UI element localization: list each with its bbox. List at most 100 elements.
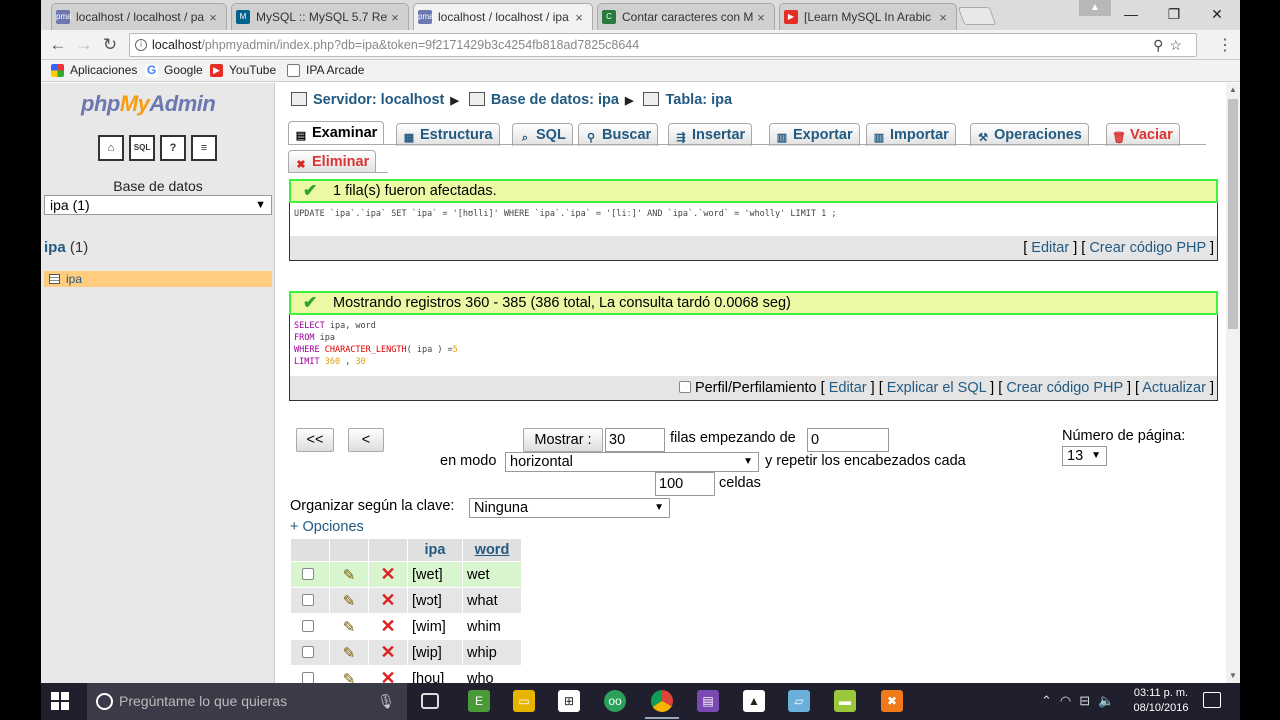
tab-importar[interactable]: ▥ Importar [866,123,956,146]
evernote-icon[interactable]: E [468,690,490,712]
sort-key-select[interactable]: Ninguna ▼ [469,498,670,518]
close-tab-icon[interactable]: × [206,10,220,25]
explain-sql-link[interactable]: Explicar el SQL [887,380,986,396]
cell-word[interactable]: whip [463,640,521,665]
tab-operaciones[interactable]: ⚒ Operaciones [970,123,1089,146]
database-link[interactable]: ipa (1) [44,239,88,256]
row-checkbox-cell[interactable] [291,640,329,665]
edit-cell[interactable]: ✎ [330,562,368,587]
photos-icon[interactable]: ▲ [743,690,765,712]
minimize-button[interactable]: — [1113,4,1149,24]
table-row[interactable]: ✎ ✕ [wip] whip [291,640,521,665]
breadcrumb-database[interactable]: Base de datos: ipa [468,92,619,108]
delete-x-icon[interactable]: ✕ [380,590,395,610]
file-explorer-icon[interactable]: ▭ [513,690,535,712]
ime-icon[interactable]: ⊟ [1079,693,1098,708]
forward-icon[interactable]: → [74,35,94,55]
winrar-icon[interactable]: ▤ [697,690,719,712]
breadcrumb-table[interactable]: Tabla: ipa [643,92,732,108]
edit-link[interactable]: Editar [829,380,867,396]
info-icon[interactable]: i [135,39,147,51]
edit-cell[interactable]: ✎ [330,640,368,665]
help-icon[interactable]: ? [160,135,186,161]
scrollbar-thumb[interactable] [1228,99,1238,329]
row-checkbox-cell[interactable] [291,614,329,639]
tab-exportar[interactable]: ▥ Exportar [769,123,860,146]
cell-word[interactable]: wet [463,562,521,587]
back-icon[interactable]: ← [48,35,68,55]
pencil-icon[interactable]: ✎ [343,671,356,684]
column-header-word[interactable]: word [463,539,521,561]
row-checkbox[interactable] [302,645,314,658]
edit-cell[interactable]: ✎ [330,588,368,613]
tripadvisor-icon[interactable]: oo [604,690,626,712]
table-row[interactable]: ✎ ✕ [hou] who [291,666,521,683]
profile-icon[interactable]: ▲ [1079,0,1111,16]
chrome-icon[interactable] [645,690,679,719]
bookmark-youtube[interactable]: ▶ YouTube [210,63,276,77]
volume-icon[interactable]: 🔈 [1098,693,1122,708]
xampp-icon[interactable]: ✖ [881,690,903,712]
close-window-button[interactable]: ✕ [1199,4,1235,24]
row-checkbox[interactable] [302,619,314,632]
database-select[interactable]: ipa (1) ▼ [44,195,272,215]
sql-query-icon[interactable]: SQL [129,135,155,161]
delete-x-icon[interactable]: ✕ [380,642,395,662]
tab-examinar[interactable]: ▤ Examinar [288,121,385,145]
page-number-select[interactable]: 13 ▼ [1062,446,1107,466]
delete-cell[interactable]: ✕ [369,666,407,683]
close-tab-icon[interactable]: × [572,10,586,25]
delete-cell[interactable]: ✕ [369,562,407,587]
browser-tab-3-active[interactable]: pma localhost / localhost / ipa × [413,3,593,30]
column-header-ipa[interactable]: ipa [408,539,462,561]
browser-tab-2[interactable]: M MySQL :: MySQL 5.7 Refe × [231,3,409,30]
cell-ipa[interactable]: [wet] [408,562,462,587]
delete-x-icon[interactable]: ✕ [380,616,395,636]
cortana-search-box[interactable]: Pregúntame lo que quieras 🎙 [87,683,407,720]
reload-icon[interactable]: ↻ [100,35,120,55]
tab-vaciar[interactable]: 🗑 Vaciar [1106,123,1180,146]
row-checkbox-cell[interactable] [291,588,329,613]
edit-cell[interactable]: ✎ [330,614,368,639]
zoom-icon[interactable]: ⚲ [1153,37,1169,53]
system-clock[interactable]: 03:11 p. m. 08/10/2016 [1121,686,1201,716]
pencil-icon[interactable]: ✎ [343,619,356,636]
php-code-link[interactable]: Crear código PHP [1006,380,1123,396]
page-scrollbar[interactable]: ▲ ▼ [1226,83,1240,683]
bookmark-apps[interactable]: Aplicaciones [51,63,137,77]
pencil-icon[interactable]: ✎ [343,593,356,610]
maximize-button[interactable]: ❐ [1156,4,1192,24]
docs-icon[interactable]: ≡ [191,135,217,161]
wifi-icon[interactable]: ◠ [1060,693,1079,708]
tab-sql[interactable]: ⌕ SQL [512,123,573,146]
browser-tab-4[interactable]: C Contar caracteres con M × [597,3,775,30]
display-mode-select[interactable]: horizontal ▼ [505,452,759,472]
bookmark-google[interactable]: G Google [145,63,203,77]
tab-insertar[interactable]: ⇶ Insertar [668,123,753,146]
show-button[interactable]: Mostrar : [523,428,603,452]
cell-ipa[interactable]: [wɔt] [408,588,462,613]
delete-cell[interactable]: ✕ [369,640,407,665]
rows-count-input[interactable]: 30 [605,428,665,452]
browser-tab-1[interactable]: pma localhost / localhost / pa × [51,3,227,30]
breadcrumb-server[interactable]: Servidor: localhost [291,92,444,108]
task-view-icon[interactable] [421,693,439,709]
cell-ipa[interactable]: [hou] [408,666,462,683]
previous-page-button[interactable]: < [348,428,384,452]
cell-ipa[interactable]: [wim] [408,614,462,639]
php-code-link[interactable]: Crear código PHP [1089,240,1206,256]
row-checkbox[interactable] [302,593,314,606]
start-row-input[interactable]: 0 [807,428,889,452]
cell-ipa[interactable]: [wip] [408,640,462,665]
notes-icon[interactable]: ▱ [788,690,810,712]
edit-cell[interactable]: ✎ [330,666,368,683]
close-tab-icon[interactable]: × [388,10,402,25]
tab-estructura[interactable]: ▦ Estructura [396,123,500,146]
phpmyadmin-logo[interactable]: phpMyAdmin [81,91,216,117]
close-tab-icon[interactable]: × [754,10,768,25]
delete-cell[interactable]: ✕ [369,588,407,613]
options-link[interactable]: + Opciones [290,519,364,535]
scroll-down-icon[interactable]: ▼ [1226,669,1240,683]
new-tab-button[interactable] [957,7,997,25]
close-tab-icon[interactable]: × [936,10,950,25]
